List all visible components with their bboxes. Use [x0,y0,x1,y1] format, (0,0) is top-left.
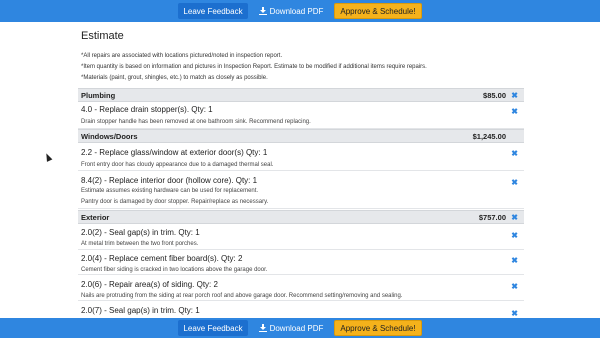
section-name: Exterior [81,212,110,222]
item-title: 2.2 - Replace glass/window at exterior d… [81,148,268,157]
download-pdf-button[interactable]: Download PDF [254,3,329,19]
list-item: 4.0 - Replace drain stopper(s). Qty: 1 D… [78,102,524,129]
item-title: 2.0(6) - Repair area(s) of siding. Qty: … [81,280,218,289]
close-icon[interactable]: ✖ [511,309,518,318]
mouse-cursor [43,152,53,162]
list-item: 2.0(4) - Replace cement fiber board(s). … [78,250,524,275]
item-description: Cement fiber siding is cracked in two lo… [81,267,268,273]
estimate-notes: *All repairs are associated with locatio… [81,51,427,84]
item-description: Front entry door has cloudy appearance d… [81,162,274,168]
note-line: *Item quantity is based on information a… [81,64,427,70]
close-icon[interactable]: ✖ [511,107,518,116]
top-toolbar: Leave Feedback Download PDF Approve & Sc… [0,0,600,22]
item-title: 4.0 - Replace drain stopper(s). Qty: 1 [81,105,213,114]
download-pdf-label: Download PDF [269,323,324,333]
close-icon[interactable]: ✖ [511,213,518,222]
section-header-plumbing: Plumbing $85.00 ✖ [78,88,524,102]
approve-schedule-button[interactable]: Approve & Schedule! [334,320,422,336]
item-description: At metal trim between the two front porc… [81,241,199,247]
note-line: *Materials (paint, grout, shingles, etc.… [81,75,268,81]
leave-feedback-button[interactable]: Leave Feedback [178,3,248,19]
section-header-windows-doors: Windows/Doors $1,245.00 [78,129,524,143]
download-pdf-label: Download PDF [269,6,324,16]
list-item: 2.2 - Replace glass/window at exterior d… [78,143,524,171]
item-description: Estimate assumes existing hardware can b… [81,188,259,194]
download-icon [258,7,267,15]
note-line: *All repairs are associated with locatio… [81,53,283,59]
close-icon[interactable]: ✖ [511,178,518,187]
item-title: 2.0(2) - Seal gap(s) in trim. Qty: 1 [81,228,200,237]
download-icon [258,324,267,332]
close-icon[interactable]: ✖ [511,256,518,265]
close-icon[interactable]: ✖ [511,231,518,240]
item-title: 8.4(2) - Replace interior door (hollow c… [81,176,258,185]
section-header-exterior: Exterior $757.00 ✖ [78,210,524,224]
item-title: 2.0(7) - Seal gap(s) in trim. Qty: 1 [81,306,200,315]
bottom-toolbar: Leave Feedback Download PDF Approve & Sc… [0,318,600,338]
item-description: Pantry door is damaged by door stopper. … [81,199,269,205]
section-amount: $85.00 [483,90,506,100]
download-pdf-button[interactable]: Download PDF [254,320,329,336]
approve-schedule-button[interactable]: Approve & Schedule! [334,3,422,19]
section-amount: $1,245.00 [472,131,506,141]
item-description: Drain stopper handle has been removed at… [81,119,311,125]
close-icon[interactable]: ✖ [511,149,518,158]
section-amount: $757.00 [478,212,506,222]
list-item: 8.4(2) - Replace interior door (hollow c… [78,171,524,209]
leave-feedback-button[interactable]: Leave Feedback [178,320,248,336]
section-name: Plumbing [81,90,116,100]
list-item: 2.0(6) - Repair area(s) of siding. Qty: … [78,275,524,301]
close-icon[interactable]: ✖ [511,91,518,100]
close-icon[interactable]: ✖ [511,282,518,291]
item-description: Nails are protruding from the siding at … [81,293,403,299]
list-item: 2.0(2) - Seal gap(s) in trim. Qty: 1 At … [78,224,524,250]
item-title: 2.0(4) - Replace cement fiber board(s). … [81,254,243,263]
page-title: Estimate [81,30,124,42]
section-name: Windows/Doors [81,131,138,141]
